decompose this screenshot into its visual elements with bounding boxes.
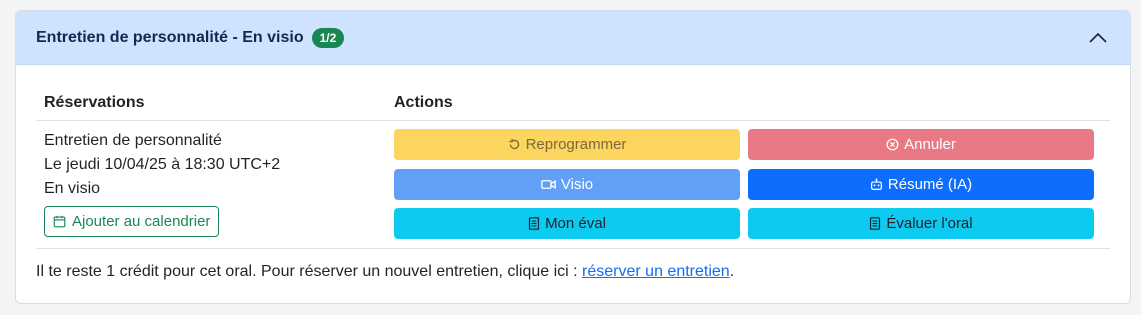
visio-button[interactable]: Visio xyxy=(394,168,740,200)
my-eval-button[interactable]: Mon éval xyxy=(394,208,740,240)
add-to-calendar-button[interactable]: Ajouter au calendrier xyxy=(44,206,220,237)
card-title: Entretien de personnalité - En visio xyxy=(36,28,304,46)
cancel-label: Annuler xyxy=(904,136,956,153)
actions-grid: Reprogrammer Annuler Visio Résumé (IA) M… xyxy=(394,129,1094,240)
summary-ai-button[interactable]: Résumé (IA) xyxy=(748,168,1094,200)
reservation-card: Entretien de personnalité - En visio 1/2… xyxy=(15,10,1131,304)
reservations-table: Réservations Actions Entretien de person… xyxy=(36,85,1110,249)
count-badge: 1/2 xyxy=(311,27,345,48)
book-interview-link[interactable]: réserver un entretien xyxy=(582,263,730,280)
reservation-name: Entretien de personnalité xyxy=(44,132,222,149)
cancel-button[interactable]: Annuler xyxy=(748,129,1094,160)
evaluate-oral-label: Évaluer l'oral xyxy=(886,215,973,233)
refresh-icon xyxy=(508,138,519,150)
column-header-actions: Actions xyxy=(394,93,453,111)
credit-notice-suffix: . xyxy=(729,263,735,280)
robot-icon xyxy=(870,178,882,190)
video-camera-icon xyxy=(541,179,556,189)
reservation-info: Entretien de personnalité Le jeudi 10/04… xyxy=(36,129,394,240)
reservation-datetime: Le jeudi 10/04/25 à 18:30 UTC+2 xyxy=(44,156,281,173)
table-row: Entretien de personnalité Le jeudi 10/04… xyxy=(36,121,1110,249)
summary-ai-label: Résumé (IA) xyxy=(887,175,973,193)
credit-notice-text: Il te reste 1 crédit pour cet oral. Pour… xyxy=(36,263,583,280)
evaluate-oral-button[interactable]: Évaluer l'oral xyxy=(748,208,1094,240)
table-header: Réservations Actions xyxy=(36,85,1110,121)
chevron-up-icon[interactable] xyxy=(1086,26,1110,50)
x-circle-icon xyxy=(886,138,899,151)
document-icon xyxy=(528,217,540,231)
visio-label: Visio xyxy=(560,175,594,193)
document-icon xyxy=(870,217,881,231)
reschedule-label: Reprogrammer xyxy=(525,136,627,153)
add-to-calendar-label: Ajouter au calendrier xyxy=(72,212,211,230)
reschedule-button[interactable]: Reprogrammer xyxy=(394,129,740,160)
card-header[interactable]: Entretien de personnalité - En visio 1/2 xyxy=(16,11,1130,65)
calendar-icon xyxy=(53,215,66,228)
reservation-mode: En visio xyxy=(44,180,101,197)
credit-notice: Il te reste 1 crédit pour cet oral. Pour… xyxy=(36,263,734,281)
column-header-reservations: Réservations xyxy=(44,93,145,111)
my-eval-label: Mon éval xyxy=(545,215,606,233)
